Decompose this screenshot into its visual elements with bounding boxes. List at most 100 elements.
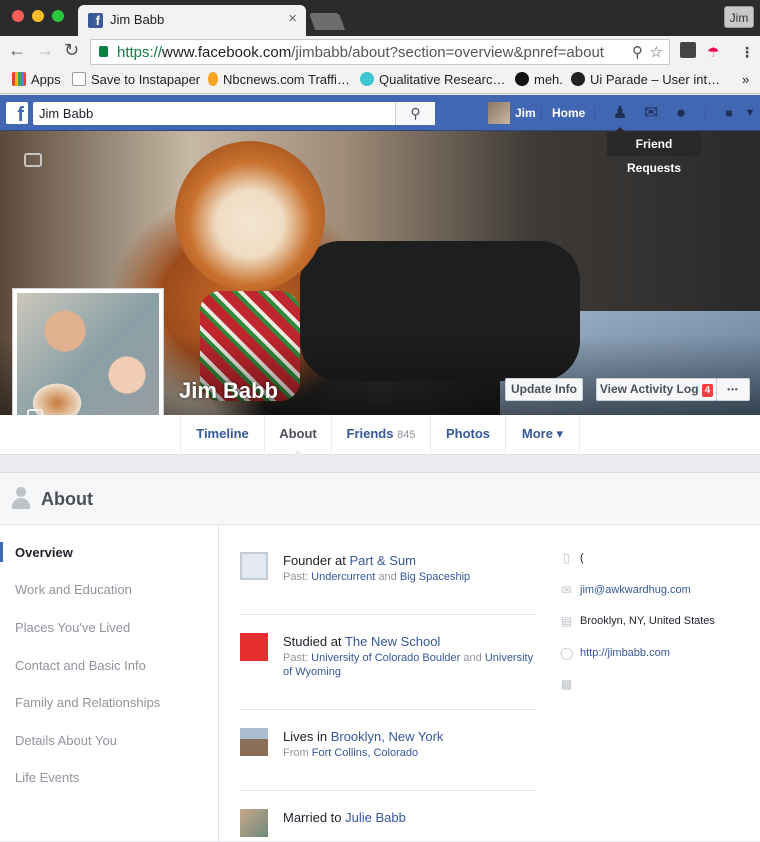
- browser-titlebar: f Jim Babb × Jim: [0, 0, 760, 36]
- minimize-window-button[interactable]: [32, 10, 44, 22]
- tab-photos[interactable]: Photos: [430, 415, 505, 455]
- side-item-work-education[interactable]: Work and Education: [15, 582, 132, 597]
- about-panel: About Overview Work and Education Places…: [0, 472, 760, 842]
- past-work-link-2[interactable]: Big Spaceship: [400, 571, 470, 583]
- globe-icon: ◯: [560, 646, 574, 660]
- education-text: Studied at The New School: [283, 634, 441, 649]
- side-item-overview[interactable]: Overview: [15, 545, 73, 560]
- lives-text: Lives in Brooklyn, New York: [283, 729, 444, 744]
- spouse-avatar[interactable]: [240, 809, 268, 837]
- view-activity-log-button[interactable]: View Activity Log 4: [596, 378, 717, 401]
- active-indicator: [0, 542, 3, 562]
- side-item-places-lived[interactable]: Places You've Lived: [15, 620, 130, 635]
- current-city-link[interactable]: Brooklyn, New York: [331, 729, 444, 744]
- tab-timeline[interactable]: Timeline: [180, 415, 264, 455]
- work-company-link[interactable]: Part & Sum: [350, 553, 416, 568]
- page-icon: [72, 72, 86, 86]
- building-icon: ▤: [560, 614, 573, 628]
- new-tab-button[interactable]: [308, 13, 346, 30]
- cover-photo-dog-head: [175, 141, 325, 291]
- email-link[interactable]: jim@awkwardhug.com: [580, 584, 691, 596]
- facebook-favicon-icon: f: [88, 13, 103, 28]
- profile-tabs: Timeline About Friends 845 Photos More ▾: [0, 415, 760, 456]
- friends-count: 845: [397, 429, 416, 441]
- meh-icon: [515, 72, 529, 86]
- entry-divider: [240, 614, 536, 615]
- bookmark-apps[interactable]: Apps: [12, 72, 61, 87]
- browser-profile-button[interactable]: Jim: [724, 6, 754, 28]
- forward-arrow-icon[interactable]: →: [36, 40, 54, 61]
- back-arrow-icon[interactable]: ←: [8, 40, 26, 61]
- past-work-link-1[interactable]: Undercurrent: [311, 571, 375, 583]
- friend-requests-icon[interactable]: ♟: [610, 104, 630, 122]
- lock-icon: [99, 46, 108, 57]
- messages-icon[interactable]: ✉: [641, 104, 661, 122]
- spouse-link[interactable]: Julie Babb: [345, 810, 406, 825]
- education-past: Past: University of Colorado Boulder and…: [283, 652, 534, 678]
- camera-icon[interactable]: [24, 153, 42, 167]
- profile-name[interactable]: Jim Babb: [179, 378, 278, 404]
- close-window-button[interactable]: [12, 10, 24, 22]
- entry-divider: [240, 790, 536, 791]
- update-info-button[interactable]: Update Info: [505, 378, 583, 401]
- bookmark-uiparade[interactable]: Ui Parade – User int…: [571, 72, 720, 87]
- user-avatar[interactable]: [488, 102, 510, 124]
- bookmark-meh[interactable]: meh.: [515, 72, 563, 87]
- browser-toolbar: ← → ↻ https://www.facebook.com/jimbabb/a…: [0, 36, 760, 68]
- bookmarks-bar: Apps Save to Instapaper Nbcnews.com Traf…: [0, 68, 760, 94]
- bookmark-nbcnews[interactable]: Nbcnews.com Traffi…: [208, 72, 350, 87]
- email-icon: ✉: [561, 583, 572, 597]
- reload-icon[interactable]: ↻: [64, 40, 79, 61]
- search-icon[interactable]: ⚲: [395, 102, 435, 125]
- tab-close-icon[interactable]: ×: [288, 10, 297, 27]
- account-menu-icon[interactable]: ▼: [740, 104, 760, 122]
- work-past: Past: Undercurrent and Big Spaceship: [283, 571, 471, 583]
- apps-grid-icon: [12, 72, 26, 86]
- new-school-logo-icon: [240, 633, 268, 661]
- nbc-icon: [208, 72, 218, 86]
- side-item-contact-info[interactable]: Contact and Basic Info: [15, 658, 146, 673]
- married-text: Married to Julie Babb: [283, 810, 406, 825]
- header-divider: [705, 107, 706, 121]
- website-link[interactable]: http://jimbabb.com: [580, 647, 670, 659]
- person-icon: [12, 487, 30, 509]
- tab-title: Jim Babb: [110, 12, 165, 27]
- briefcase-icon: [240, 552, 268, 580]
- city-photo-icon: [240, 728, 268, 756]
- work-text: Founder at Part & Sum: [283, 553, 416, 568]
- maximize-window-button[interactable]: [52, 10, 64, 22]
- hometown-link[interactable]: Fort Collins, Colorado: [312, 747, 418, 759]
- extension-rainbow-icon[interactable]: ☂: [707, 44, 720, 61]
- home-link[interactable]: Home: [552, 106, 585, 120]
- friend-requests-tooltip: Friend Requests: [607, 127, 701, 175]
- bookmark-instapaper[interactable]: Save to Instapaper: [72, 72, 200, 87]
- side-item-life-events[interactable]: Life Events: [15, 770, 79, 785]
- qualitative-icon: [360, 72, 374, 86]
- tab-about[interactable]: About: [264, 415, 331, 456]
- school-link[interactable]: The New School: [345, 634, 440, 649]
- notifications-globe-icon[interactable]: ●: [671, 104, 691, 122]
- tab-friends[interactable]: Friends 845: [331, 415, 430, 455]
- activity-count-badge: 4: [701, 384, 714, 397]
- facebook-logo-icon[interactable]: f: [6, 102, 28, 126]
- about-side-nav: Overview Work and Education Places You'v…: [0, 526, 219, 842]
- header-divider: [594, 107, 595, 121]
- birthday-cake-icon: ▩: [560, 677, 573, 691]
- extension-icon[interactable]: [680, 42, 696, 58]
- chrome-menu-icon[interactable]: ⋮: [740, 44, 754, 61]
- bookmark-qualitative[interactable]: Qualitative Researc…: [360, 72, 505, 87]
- zoom-icon[interactable]: ⚲: [632, 43, 643, 61]
- bookmark-star-icon[interactable]: ☆: [650, 43, 663, 61]
- browser-tab[interactable]: f Jim Babb ×: [78, 5, 306, 36]
- facebook-search-input[interactable]: [33, 102, 435, 125]
- tab-more[interactable]: More ▾: [505, 415, 580, 455]
- side-item-family[interactable]: Family and Relationships: [15, 695, 160, 710]
- side-item-details[interactable]: Details About You: [15, 733, 117, 748]
- header-user-name[interactable]: Jim: [515, 106, 536, 120]
- bookmarks-overflow-button[interactable]: »: [742, 72, 749, 87]
- more-options-button[interactable]: •••: [716, 378, 750, 401]
- privacy-lock-icon[interactable]: ■: [719, 104, 739, 122]
- past-school-link-1[interactable]: University of Colorado Boulder: [311, 652, 460, 664]
- entry-divider: [240, 709, 536, 710]
- address-bar[interactable]: https://www.facebook.com/jimbabb/about?s…: [90, 39, 670, 65]
